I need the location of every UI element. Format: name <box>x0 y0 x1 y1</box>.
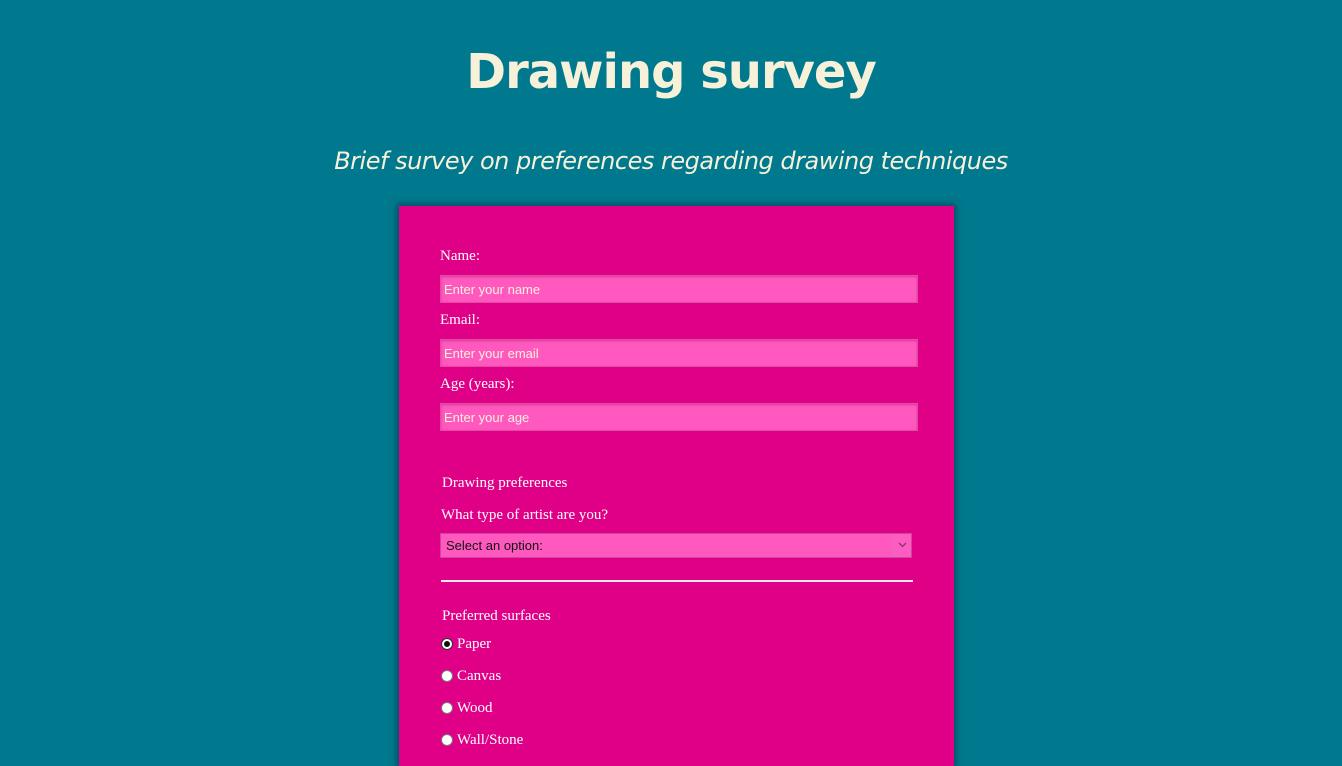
surface-option-label: Paper <box>457 636 492 652</box>
section-divider <box>441 580 913 582</box>
age-input[interactable] <box>440 403 918 431</box>
age-label: Age (years): <box>440 376 515 392</box>
surface-radio-paper[interactable] <box>441 638 453 650</box>
artist-type-select[interactable]: Select an option: <box>440 533 912 558</box>
page-description: Brief survey on preferences regarding dr… <box>334 147 1008 175</box>
surface-radio-wood[interactable] <box>441 702 453 714</box>
drawing-preferences-heading: Drawing preferences <box>442 475 568 491</box>
artist-type-selected-value: Select an option: <box>446 538 543 553</box>
artist-type-label: What type of artist are you? <box>441 507 609 523</box>
surface-option-label: Wood <box>457 700 493 716</box>
chevron-down-icon[interactable] <box>893 534 911 557</box>
surface-option-label: Wall/Stone <box>457 732 524 748</box>
preferred-surfaces-heading: Preferred surfaces <box>442 608 551 624</box>
email-label: Email: <box>440 312 480 328</box>
surface-radio-canvas[interactable] <box>441 670 453 682</box>
survey-form: Name: Email: Age (years): Drawing prefer… <box>399 206 954 766</box>
page-title: Drawing survey <box>466 44 877 100</box>
email-input[interactable] <box>440 339 918 367</box>
surface-option-label: Canvas <box>457 668 502 684</box>
name-label: Name: <box>440 248 480 264</box>
name-input[interactable] <box>440 275 918 303</box>
